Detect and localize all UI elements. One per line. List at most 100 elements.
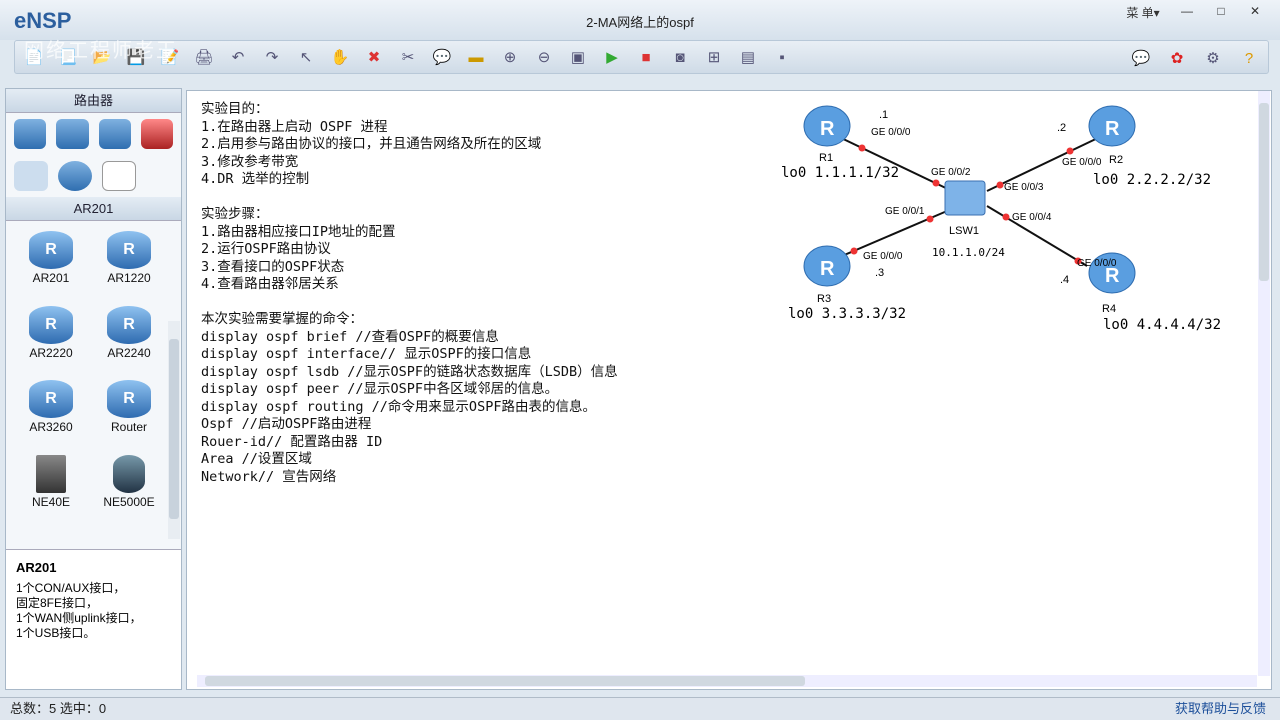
device-description: AR201 1个CON/AUX接口， 固定8FE接口， 1个WAN侧uplink…: [6, 549, 181, 689]
device-label: Router: [110, 420, 148, 434]
router-icon: R: [29, 380, 73, 418]
select-icon[interactable]: ↖: [295, 46, 317, 68]
settings-icon[interactable]: ⚙: [1202, 47, 1224, 69]
zoom-out-icon[interactable]: ⊖: [533, 46, 555, 68]
device-panel: 路由器 AR201 R AR201 R AR1220 R AR2220 R AR2240…: [5, 88, 182, 690]
status-bar: 总数：5 选中：0 获取帮助与反馈: [0, 697, 1280, 720]
router-port-label: GE 0/0/0: [1077, 258, 1117, 269]
topology-canvas[interactable]: 实验目的： 1.在路由器上启动 OSPF 进程 2.启用参与路由协议的接口，并且通告…: [186, 90, 1272, 690]
device-ar2240[interactable]: R AR2240: [90, 302, 168, 373]
device-ne40e[interactable]: NE40E: [12, 451, 90, 522]
console-icon[interactable]: ▪: [771, 46, 793, 68]
router-label: R1: [819, 152, 833, 164]
host-address-label: .1: [879, 109, 888, 121]
device-label: NE5000E: [103, 494, 155, 509]
device-scrollbar[interactable]: [168, 321, 180, 539]
capture-icon[interactable]: ◙: [669, 46, 691, 68]
menu-button[interactable]: 菜 单▾: [1118, 4, 1168, 22]
loopback-label: lo0 4.4.4.4/32: [1103, 317, 1221, 333]
router-icon: R: [107, 231, 151, 269]
canvas-hscroll[interactable]: [197, 675, 1257, 687]
router-glyph: R: [820, 258, 835, 280]
device-router[interactable]: R Router: [90, 376, 168, 447]
status-summary: 总数：5 选中：0: [10, 701, 107, 716]
device-ne5000e[interactable]: NE5000E: [90, 451, 168, 522]
pan-icon[interactable]: ✋: [329, 46, 351, 68]
loopback-label: lo0 1.1.1.1/32: [781, 165, 899, 181]
device-ar3260[interactable]: R AR3260: [12, 376, 90, 447]
device-label: AR2240: [107, 345, 151, 360]
router-port-label: GE 0/0/0: [1062, 157, 1102, 168]
switch-port-label: GE 0/0/2: [931, 167, 971, 178]
device-ar201[interactable]: R AR201: [12, 227, 90, 298]
host-address-label: .3: [875, 267, 884, 279]
watermark: 网络工程师老王: [24, 40, 178, 62]
huawei-icon[interactable]: ✿: [1166, 47, 1188, 69]
loopback-label: lo0 2.2.2.2/32: [1093, 172, 1211, 188]
cable-category-icon[interactable]: [102, 161, 136, 191]
minimize-button[interactable]: —: [1172, 4, 1202, 22]
start-icon[interactable]: ▶: [601, 46, 623, 68]
switch-label: LSW1: [949, 225, 979, 237]
host-address-label: .2: [1057, 122, 1066, 134]
delete-link-icon[interactable]: ✂: [397, 46, 419, 68]
router-glyph: R: [820, 118, 835, 140]
title-bar: eNSP 2-MA网络上的ospf 菜 单▾ — □ ✕: [0, 0, 1280, 40]
chassis-icon: [113, 454, 145, 493]
description-text: 1个CON/AUX接口， 固定8FE接口， 1个WAN侧uplink接口， 1个…: [16, 581, 142, 640]
grid-icon[interactable]: ▤: [737, 46, 759, 68]
help-icon[interactable]: ?: [1238, 47, 1260, 69]
router-port-label: GE 0/0/0: [871, 127, 911, 138]
palette-icon[interactable]: ▬: [465, 46, 487, 68]
switch-port-label: GE 0/0/1: [885, 206, 925, 217]
router-port-label: GE 0/0/0: [863, 251, 903, 262]
wireless-category-icon[interactable]: [98, 119, 131, 149]
device-ar1220[interactable]: R AR1220: [90, 227, 168, 298]
device-label: AR1220: [107, 271, 151, 285]
toolbar: 📄 📃 📂 💾 📝 🖨 ↶ ↷ ↖ ✋ ✖ ✂ 💬 ▬ ⊕ ⊖ ▣ ▶ ■ ◙ …: [14, 40, 1269, 74]
loopback-label: lo0 3.3.3.3/32: [788, 306, 906, 322]
device-label: AR201: [32, 271, 70, 285]
redo-icon[interactable]: ↷: [261, 46, 283, 68]
window-title: 2-MA网络上的ospf: [586, 15, 694, 30]
print-icon[interactable]: 🖨: [193, 46, 215, 68]
switch-category-icon[interactable]: [56, 119, 89, 149]
router-category-icon[interactable]: [14, 119, 47, 149]
router-icon: R: [107, 380, 151, 418]
router-label: R4: [1102, 303, 1116, 315]
switch-port-label: GE 0/0/3: [1004, 182, 1044, 193]
text-icon[interactable]: 💬: [431, 46, 453, 68]
device-label: NE40E: [31, 494, 71, 509]
zoom-in-icon[interactable]: ⊕: [499, 46, 521, 68]
topology-diagram: R R1lo0 1.1.1.1/32 .1 GE 0/0/0 GE 0/0/2 R R2 lo…: [781, 105, 1221, 333]
help-feedback-link[interactable]: 获取帮助与反馈: [1175, 698, 1266, 720]
delete-icon[interactable]: ✖: [363, 46, 385, 68]
host-address-label: .4: [1060, 274, 1069, 286]
close-button[interactable]: ✕: [1240, 4, 1270, 22]
firewall-category-icon[interactable]: [140, 119, 173, 149]
canvas-vscroll[interactable]: [1258, 91, 1270, 676]
pc-category-icon[interactable]: [14, 161, 48, 191]
switch-port-label: GE 0/0/4: [1012, 212, 1052, 223]
model-header: AR201: [6, 197, 181, 221]
device-ar2220[interactable]: R AR2220: [12, 302, 90, 373]
stop-icon[interactable]: ■: [635, 46, 657, 68]
device-label: AR2220: [29, 345, 73, 360]
cloud-category-icon[interactable]: [58, 161, 92, 191]
chassis-icon: [36, 454, 66, 493]
router-icon: R: [107, 305, 151, 344]
maximize-button[interactable]: □: [1206, 4, 1236, 22]
undo-icon[interactable]: ↶: [227, 46, 249, 68]
category-header: 路由器: [6, 89, 181, 113]
router-icon: R: [29, 305, 73, 344]
router-label: R2: [1109, 154, 1123, 166]
device-label: AR3260: [29, 420, 73, 434]
topology-icon[interactable]: ⊞: [703, 46, 725, 68]
description-title: AR201: [16, 560, 57, 575]
router-glyph: R: [1105, 118, 1120, 140]
chat-icon[interactable]: 💬: [1130, 47, 1152, 69]
router-icon: R: [29, 231, 73, 269]
switch-icon[interactable]: [944, 180, 986, 216]
fit-icon[interactable]: ▣: [567, 46, 589, 68]
subnet-label: 10.1.1.0/24: [932, 246, 1005, 259]
